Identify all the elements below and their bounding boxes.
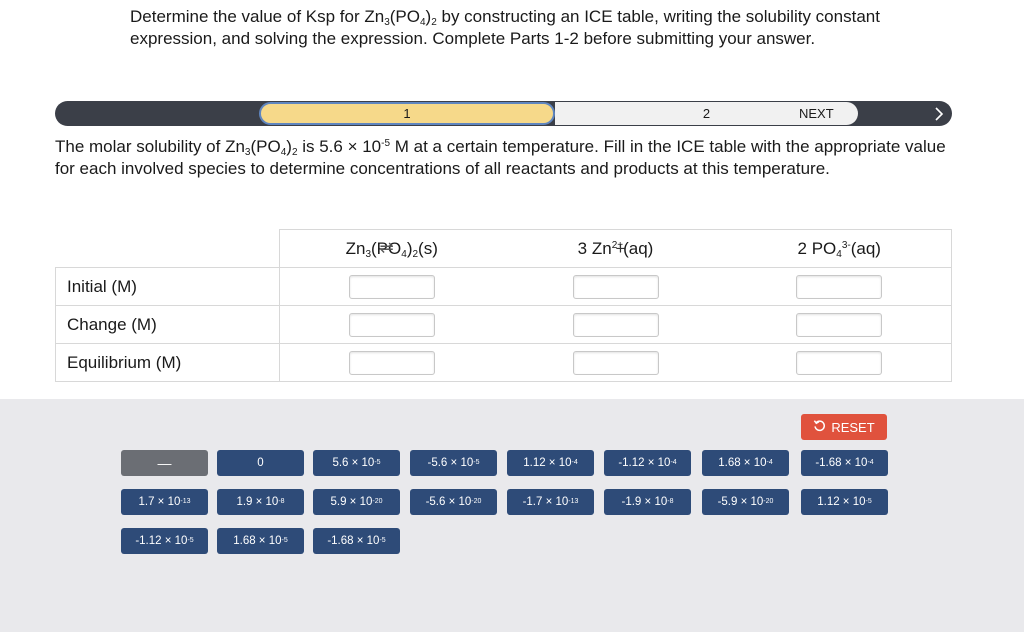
tile-mantissa: -1.7 × 10 xyxy=(522,496,569,508)
corner-cell xyxy=(55,229,280,268)
answer-tile[interactable]: 1.7 × 10 -13 xyxy=(121,489,208,515)
tile-mantissa: 1.68 × 10 xyxy=(718,457,767,469)
part-instructions: The molar solubility of Zn3(PO4)2 is 5.6… xyxy=(55,136,955,180)
step-1-label: 1 xyxy=(403,106,411,121)
answer-tile[interactable]: -5.9 × 10 -20 xyxy=(702,489,789,515)
tile-mantissa: -5.6 × 10 xyxy=(425,496,472,508)
ice-table: Zn3(PO4)2(s) ⇌ 3 Zn2+(aq) + 2 PO43-(aq) … xyxy=(55,229,952,382)
undo-icon xyxy=(813,419,826,435)
tile-mantissa: 1.12 × 10 xyxy=(523,457,572,469)
answer-tile[interactable]: 1.12 × 10 -4 xyxy=(507,450,594,476)
question-text: Determine the value of Ksp for Zn3(PO4)2… xyxy=(130,6,890,50)
initial-product1-cell xyxy=(503,267,728,306)
answer-tile[interactable]: -1.12 × 10 -4 xyxy=(604,450,691,476)
tile-mantissa: 0 xyxy=(257,457,264,469)
next-label: NEXT xyxy=(799,106,834,121)
tile-mantissa: -1.12 × 10 xyxy=(135,535,188,547)
progress-bar: 1 2 NEXT xyxy=(55,101,952,126)
answer-tile[interactable]: 1.68 × 10 -5 xyxy=(217,528,304,554)
answer-tile[interactable]: 5.6 × 10 -5 xyxy=(313,450,400,476)
part-exp: -5 xyxy=(381,138,391,149)
change-product1-cell xyxy=(503,305,728,344)
answer-tile[interactable]: -1.68 × 10 -5 xyxy=(313,528,400,554)
next-button[interactable]: NEXT xyxy=(799,101,952,126)
tile-mantissa: 1.9 × 10 xyxy=(236,496,279,508)
answer-tile[interactable]: -5.6 × 10 -5 xyxy=(410,450,497,476)
species-part: (aq) xyxy=(850,238,881,258)
species-part: (aq) xyxy=(623,238,654,258)
answer-tile[interactable]: 1.68 × 10 -4 xyxy=(702,450,789,476)
tile-mantissa: 1.12 × 10 xyxy=(817,496,866,508)
part-text: is 5.6 × 10 xyxy=(297,137,382,156)
drop-target[interactable] xyxy=(572,350,659,375)
answer-tile[interactable]: -1.7 × 10 -13 xyxy=(507,489,594,515)
reset-label: RESET xyxy=(831,419,875,435)
drop-target[interactable] xyxy=(572,274,659,299)
tile-mantissa: -1.68 × 10 xyxy=(327,535,380,547)
tile-mantissa: -5.6 × 10 xyxy=(427,457,474,469)
tile-mantissa: -5.9 × 10 xyxy=(717,496,764,508)
tile-mantissa: 1.7 × 10 xyxy=(138,496,181,508)
part-text: (PO xyxy=(250,137,281,156)
tile-mantissa: 1.68 × 10 xyxy=(233,535,282,547)
equilibrium-arrow: ⇌ xyxy=(379,237,394,257)
species-part: (s) xyxy=(418,238,438,258)
species-part: 2 PO xyxy=(797,238,837,258)
drop-target[interactable] xyxy=(348,274,435,299)
answer-tile[interactable]: -5.6 × 10 -20 xyxy=(410,489,497,515)
row-label-change: Change (M) xyxy=(55,305,280,344)
reset-button[interactable]: RESET xyxy=(801,414,887,440)
question-part: (PO xyxy=(389,7,420,26)
answer-tile[interactable]: 0 xyxy=(217,450,304,476)
chevron-right-icon xyxy=(934,101,944,126)
species-part: Zn xyxy=(345,238,366,258)
drop-target[interactable] xyxy=(348,350,435,375)
step-1-tab[interactable]: 1 xyxy=(259,102,555,125)
row-label-initial: Initial (M) xyxy=(55,267,280,306)
tile-mantissa: 5.9 × 10 xyxy=(330,496,373,508)
drop-target[interactable] xyxy=(796,312,883,337)
tile-mantissa: -1.68 × 10 xyxy=(815,457,868,469)
initial-reactant-cell xyxy=(279,267,504,306)
drop-target[interactable] xyxy=(348,312,435,337)
plus-sign: + xyxy=(615,238,626,258)
drop-target[interactable] xyxy=(796,350,883,375)
tile-mantissa: — xyxy=(157,455,172,471)
answer-tile[interactable]: -1.9 × 10 -8 xyxy=(604,489,691,515)
tile-mantissa: -1.9 × 10 xyxy=(621,496,668,508)
initial-product2-cell xyxy=(727,267,952,306)
equilibrium-reactant-cell xyxy=(279,343,504,382)
answer-tile[interactable]: 1.9 × 10 -8 xyxy=(217,489,304,515)
question-part: Determine the value of Ksp for Zn xyxy=(130,7,385,26)
answer-tile[interactable]: -1.68 × 10 -4 xyxy=(801,450,888,476)
species-part: 3 Zn xyxy=(577,238,612,258)
equilibrium-product2-cell xyxy=(727,343,952,382)
drop-target[interactable] xyxy=(796,274,883,299)
equilibrium-product1-cell xyxy=(503,343,728,382)
change-reactant-cell xyxy=(279,305,504,344)
tile-mantissa: -1.12 × 10 xyxy=(618,457,671,469)
answer-tile[interactable]: — xyxy=(121,450,208,476)
species-sup: 3- xyxy=(841,239,851,251)
answer-tile[interactable]: 5.9 × 10 -20 xyxy=(313,489,400,515)
change-product2-cell xyxy=(727,305,952,344)
part-text: The molar solubility of Zn xyxy=(55,137,245,156)
row-label-equilibrium: Equilibrium (M) xyxy=(55,343,280,382)
tile-mantissa: 5.6 × 10 xyxy=(332,457,375,469)
answer-tile[interactable]: 1.12 × 10 -5 xyxy=(801,489,888,515)
drop-target[interactable] xyxy=(572,312,659,337)
product2-header: + 2 PO43-(aq) xyxy=(616,229,952,268)
answer-tile[interactable]: -1.12 × 10 -5 xyxy=(121,528,208,554)
